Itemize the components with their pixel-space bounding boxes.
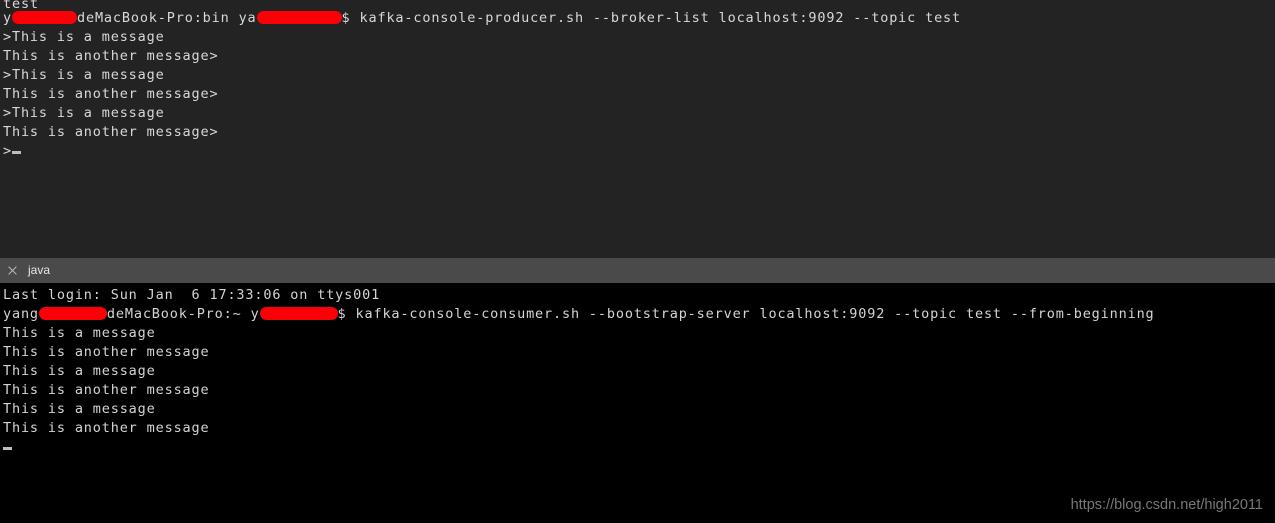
tab-java[interactable]: java	[0, 258, 60, 283]
consumer-line: This is a message	[3, 325, 156, 341]
producer-line: >This is a message	[3, 67, 165, 83]
consumer-line: This is another message	[3, 344, 210, 360]
producer-host: deMacBook-Pro:bin ya	[76, 10, 257, 26]
consumer-host: deMacBook-Pro:~ y	[106, 306, 260, 322]
consumer-output: Last login: Sun Jan 6 17:33:06 on ttys00…	[3, 286, 1275, 457]
redaction-block	[11, 11, 77, 24]
close-icon[interactable]	[6, 264, 19, 277]
consumer-line: This is a message	[3, 401, 156, 417]
redaction-block	[38, 307, 107, 320]
text-cursor	[11, 151, 21, 154]
producer-dollar: $	[341, 10, 351, 26]
text-cursor	[3, 447, 12, 450]
consumer-line: This is another message	[3, 420, 210, 436]
producer-line: This is another message>	[3, 48, 219, 64]
redaction-block	[259, 307, 338, 320]
consumer-command: kafka-console-consumer.sh --bootstrap-se…	[346, 306, 1155, 322]
producer-prompt-caret: >	[3, 143, 12, 159]
producer-scrollback-line: test	[3, 0, 39, 9]
consumer-last-login: Last login: Sun Jan 6 17:33:06 on ttys00…	[3, 287, 381, 303]
producer-line: >This is a message	[3, 29, 165, 45]
consumer-terminal-panel[interactable]: Last login: Sun Jan 6 17:33:06 on ttys00…	[0, 283, 1275, 523]
producer-line: >This is a message	[3, 105, 165, 121]
redaction-block	[256, 11, 342, 24]
producer-line: This is another message>	[3, 124, 219, 140]
consumer-user-prefix: yang	[3, 306, 39, 322]
watermark: https://blog.csdn.net/high2011	[1070, 497, 1263, 513]
producer-command: kafka-console-producer.sh --broker-list …	[350, 10, 962, 26]
consumer-active-prompt[interactable]	[3, 438, 1275, 457]
producer-active-prompt[interactable]: >	[3, 142, 1275, 161]
consumer-line: This is a message	[3, 363, 156, 379]
tab-label: java	[28, 263, 51, 277]
consumer-prompt-line: yang deMacBook-Pro:~ y $ kafka-console-con…	[3, 305, 1275, 324]
consumer-dollar: $	[337, 306, 347, 322]
producer-output: test y deMacBook-Pro:bin ya $ kafka-consol…	[3, 0, 1275, 161]
consumer-line: This is another message	[3, 382, 210, 398]
producer-prompt-line: y deMacBook-Pro:bin ya $ kafka-console-pro…	[3, 9, 1275, 28]
producer-user-prefix: y	[3, 10, 12, 26]
producer-line: This is another message>	[3, 86, 219, 102]
terminal-window: test y deMacBook-Pro:bin ya $ kafka-consol…	[0, 0, 1275, 523]
tab-bar: java	[0, 258, 1275, 283]
producer-terminal-panel[interactable]: test y deMacBook-Pro:bin ya $ kafka-consol…	[0, 0, 1275, 258]
